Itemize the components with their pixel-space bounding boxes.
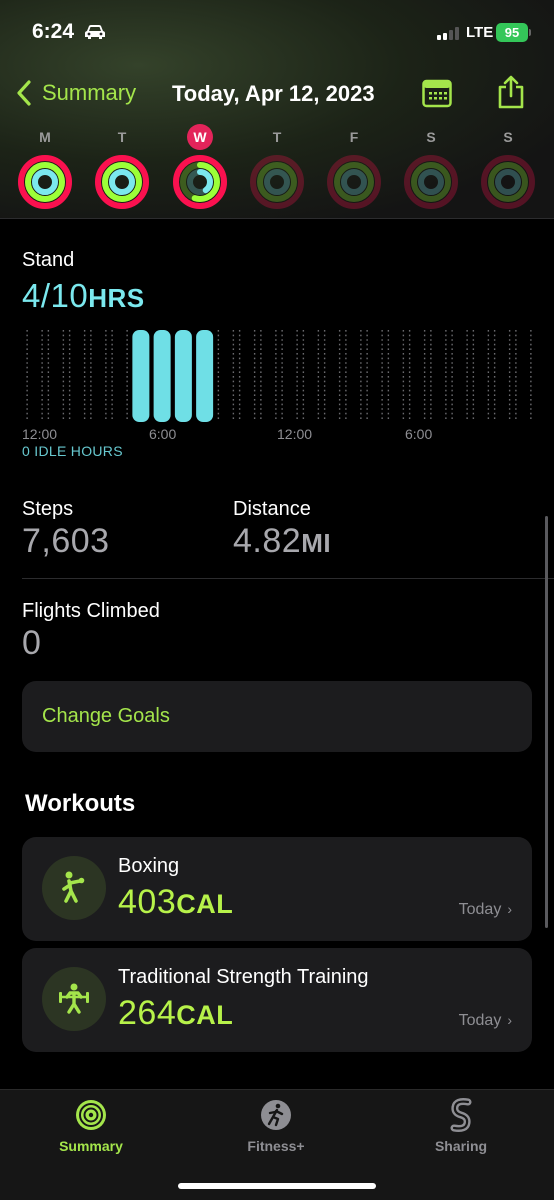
- change-goals-label: Change Goals: [42, 705, 170, 727]
- tab-label: Fitness+: [247, 1138, 305, 1154]
- day-0[interactable]: M: [10, 124, 80, 210]
- stand-unit: HRS: [88, 283, 145, 313]
- signal-strength-icon: [437, 26, 459, 40]
- back-button-label: Summary: [42, 80, 137, 105]
- tab-sharing[interactable]: Sharing: [396, 1098, 526, 1154]
- stand-ring-track: [495, 169, 521, 195]
- tab-label: Summary: [59, 1138, 123, 1154]
- row-divider: [22, 578, 554, 579]
- battery-level: 95: [504, 25, 520, 40]
- tab-label: Sharing: [434, 1138, 488, 1154]
- workout-name: Traditional Strength Training: [118, 966, 369, 988]
- week-selector: MTWTFSS: [0, 124, 554, 214]
- day-1[interactable]: T: [87, 124, 157, 210]
- activity-rings-icon: [173, 155, 227, 209]
- day-4[interactable]: F: [319, 124, 389, 210]
- day-2[interactable]: W: [165, 124, 235, 210]
- day-letter: S: [426, 129, 436, 145]
- activity-rings-icon: [481, 155, 535, 209]
- sharing-icon: [450, 1098, 472, 1132]
- workout-name: Boxing: [118, 855, 180, 877]
- workout-date-text: Today: [458, 1012, 502, 1029]
- workout-calories: 264CAL: [118, 994, 233, 1033]
- steps-label: Steps: [22, 498, 74, 520]
- fitness-plus-icon: [261, 1100, 291, 1130]
- chevron-right-icon: ›: [507, 901, 512, 917]
- stand-hourly-chart: [26, 330, 532, 422]
- strength-training-icon: [42, 967, 106, 1031]
- workouts-heading: Workouts: [25, 790, 136, 817]
- steps-value: 7,603: [22, 522, 110, 560]
- day-3[interactable]: T: [242, 124, 312, 210]
- flights-label: Flights Climbed: [22, 600, 160, 622]
- day-letter: M: [39, 129, 51, 145]
- stand-hours: 4/10: [22, 277, 89, 314]
- distance-unit: MI: [301, 528, 332, 558]
- stand-tick-label: 6:00: [149, 426, 177, 442]
- stand-ring-track: [341, 169, 367, 195]
- flights-value: 0: [22, 624, 42, 662]
- boxing-icon: [42, 856, 106, 920]
- stand-ring-track: [418, 169, 444, 195]
- day-6[interactable]: S: [473, 124, 543, 210]
- chevron-left-icon: [17, 80, 31, 106]
- day-letter: F: [349, 129, 359, 145]
- stand-value: 4/10HRS: [22, 277, 145, 315]
- calendar-icon[interactable]: [422, 78, 452, 108]
- chevron-right-icon: ›: [507, 1012, 512, 1028]
- activity-rings-icon: [18, 155, 72, 209]
- stand-ring-track: [264, 169, 290, 195]
- workout-calories-value: 264: [118, 994, 177, 1032]
- activity-rings-icon: [95, 155, 149, 209]
- status-time: 6:24: [32, 20, 75, 43]
- activity-rings-icon: [404, 155, 458, 209]
- header-divider: [0, 218, 554, 219]
- activity-rings-icon: [327, 155, 381, 209]
- activity-rings-icon: [76, 1100, 106, 1130]
- day-letter: W: [187, 124, 213, 150]
- activity-rings-icon: [250, 155, 304, 209]
- workout-date: Today ›: [459, 1012, 512, 1030]
- idle-hours: 0 IDLE HOURS: [22, 443, 123, 459]
- day-letter: T: [117, 129, 127, 145]
- stand-bar: [196, 330, 214, 422]
- home-indicator: [178, 1183, 376, 1189]
- workout-date: Today ›: [459, 901, 512, 919]
- back-button[interactable]: Summary: [16, 80, 136, 106]
- tab-fitness-plus[interactable]: Fitness+: [211, 1098, 341, 1154]
- page-title: Today, Apr 12, 2023: [172, 81, 375, 106]
- distance-label: Distance: [233, 498, 311, 520]
- battery-nub: [529, 29, 531, 36]
- workout-card-boxing[interactable]: Boxing 403CAL Today ›: [22, 837, 532, 941]
- stand-tick-label: 12:00: [277, 426, 313, 442]
- distance-number: 4.82: [233, 522, 302, 560]
- distance-value: 4.82MI: [233, 522, 331, 561]
- network-type: LTE: [466, 24, 494, 41]
- tab-summary[interactable]: Summary: [26, 1098, 156, 1154]
- share-icon[interactable]: [497, 74, 525, 110]
- car-icon: [85, 25, 105, 39]
- scroll-indicator[interactable]: [545, 516, 548, 928]
- stand-bar: [174, 330, 192, 422]
- stand-bar: [153, 330, 171, 422]
- day-5[interactable]: S: [396, 124, 466, 210]
- workout-card-strength[interactable]: Traditional Strength Training 264CAL Tod…: [22, 948, 532, 1052]
- workout-calories: 403CAL: [118, 883, 233, 922]
- day-letter: T: [272, 129, 282, 145]
- stand-tick-label: 12:00: [22, 426, 58, 442]
- change-goals-button[interactable]: Change Goals: [22, 681, 532, 752]
- stand-tick-label: 6:00: [405, 426, 433, 442]
- workout-date-text: Today: [458, 901, 502, 918]
- workout-calories-unit: CAL: [176, 1000, 234, 1030]
- stand-label: Stand: [22, 249, 75, 271]
- workout-calories-unit: CAL: [176, 889, 234, 919]
- workout-calories-value: 403: [118, 883, 177, 921]
- battery-icon: 95: [496, 23, 528, 42]
- day-letter: S: [503, 129, 513, 145]
- stand-bar: [132, 330, 150, 422]
